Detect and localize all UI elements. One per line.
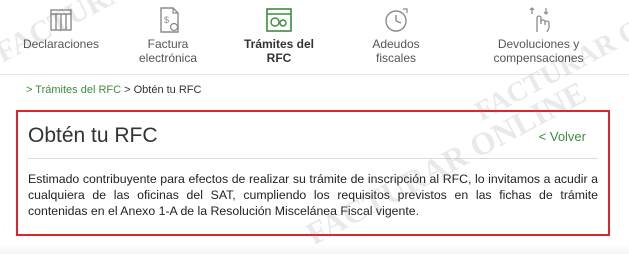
nav-divider (0, 74, 629, 75)
title-divider (28, 158, 598, 159)
top-navigation: Declaraciones $ Factura electrónica Trám… (0, 0, 629, 73)
nav-label: Devoluciones y compensaciones (493, 37, 584, 65)
back-link[interactable]: < Volver (539, 129, 586, 144)
hand-touch-icon (529, 7, 550, 33)
nav-label: Trámites del RFC (243, 37, 315, 65)
rfc-certificate-icon (266, 8, 292, 32)
nav-item-declaraciones[interactable]: Declaraciones (0, 0, 122, 73)
nav-label: Declaraciones (22, 37, 100, 51)
breadcrumb-link-tramites[interactable]: Trámites del RFC (35, 84, 121, 96)
nav-item-factura-electronica[interactable]: $ Factura electrónica (122, 0, 214, 73)
nav-item-devoluciones[interactable]: Devoluciones y compensaciones (448, 0, 629, 73)
debt-clock-icon (385, 8, 408, 32)
breadcrumb-separator: > (121, 84, 134, 96)
nav-item-adeudos-fiscales[interactable]: Adeudos fiscales (344, 0, 448, 73)
nav-label: Factura electrónica (138, 37, 198, 65)
content-card: Obtén tu RFC < Volver Estimado contribuy… (16, 110, 610, 236)
columns-building-icon (50, 9, 72, 31)
page-title: Obtén tu RFC (28, 124, 158, 147)
info-paragraph: Estimado contribuyente para efectos de r… (28, 172, 598, 218)
page-bottom (0, 244, 629, 254)
breadcrumb: > Trámites del RFC > Obtén tu RFC (26, 84, 201, 96)
breadcrumb-current: Obtén tu RFC (133, 84, 202, 96)
invoice-document-icon: $ (160, 7, 179, 33)
nav-item-tramites-rfc[interactable]: Trámites del RFC (214, 0, 344, 73)
breadcrumb-prefix: > (26, 84, 36, 96)
nav-label: Adeudos fiscales (372, 37, 420, 65)
svg-text:$: $ (164, 15, 169, 25)
